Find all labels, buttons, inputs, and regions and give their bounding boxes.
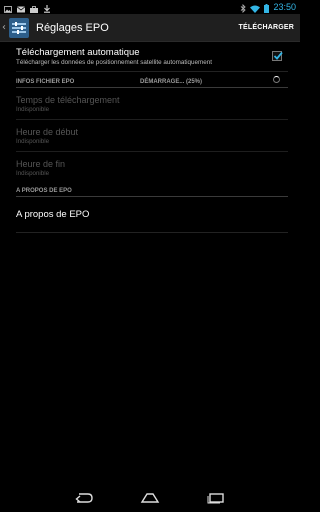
home-button[interactable]: [136, 489, 164, 507]
home-icon: [140, 493, 160, 503]
status-bar: 23:50: [0, 0, 300, 14]
progress-spinner-icon: [273, 76, 280, 83]
about-header: A PROPOS DE EPO: [16, 185, 288, 197]
auto-download-preference[interactable]: Téléchargement automatique Télécharger l…: [16, 42, 288, 72]
epo-info-label: INFOS FICHIER EPO: [16, 79, 75, 85]
end-time-value: Indisponible: [16, 170, 50, 177]
download-button[interactable]: TÉLÉCHARGER: [239, 24, 294, 31]
page-title: Réglages EPO: [36, 21, 109, 34]
about-header-label: A PROPOS DE EPO: [16, 188, 72, 194]
end-time-item: Heure de fin Indisponible: [16, 152, 288, 184]
action-bar: ‹ Réglages EPO TÉLÉCHARGER: [0, 14, 300, 42]
auto-download-checkbox[interactable]: [272, 51, 283, 61]
auto-download-title: Téléchargement automatique: [16, 47, 140, 58]
back-button[interactable]: [70, 489, 98, 507]
preferences-list: Téléchargement automatique Télécharger l…: [16, 42, 288, 233]
about-epo-item[interactable]: A propos de EPO: [16, 197, 288, 233]
download-time-value: Indisponible: [16, 106, 50, 113]
download-time-item: Temps de téléchargement Indisponible: [16, 88, 288, 120]
recent-apps-icon: [207, 493, 224, 504]
back-icon: [75, 493, 93, 503]
about-epo-label: A propos de EPO: [16, 209, 90, 220]
start-time-item: Heure de début Indisponible: [16, 120, 288, 152]
start-time-value: Indisponible: [16, 138, 50, 145]
checkmark-icon: [273, 51, 283, 60]
end-time-title: Heure de fin: [16, 159, 66, 169]
navigation-bar: [0, 484, 300, 512]
auto-download-summary: Télécharger les données de positionnemen…: [16, 59, 213, 66]
app-icon[interactable]: [9, 17, 29, 38]
download-time-title: Temps de téléchargement: [16, 95, 120, 105]
clock: 23:50: [273, 2, 296, 12]
recent-apps-button[interactable]: [202, 489, 230, 507]
up-caret-icon[interactable]: ‹: [0, 22, 8, 33]
epo-info-header: INFOS FICHIER EPO DÉMARRAGE... (25%): [16, 72, 288, 88]
download-status: DÉMARRAGE... (25%): [140, 79, 203, 85]
start-time-title: Heure de début: [16, 127, 79, 137]
